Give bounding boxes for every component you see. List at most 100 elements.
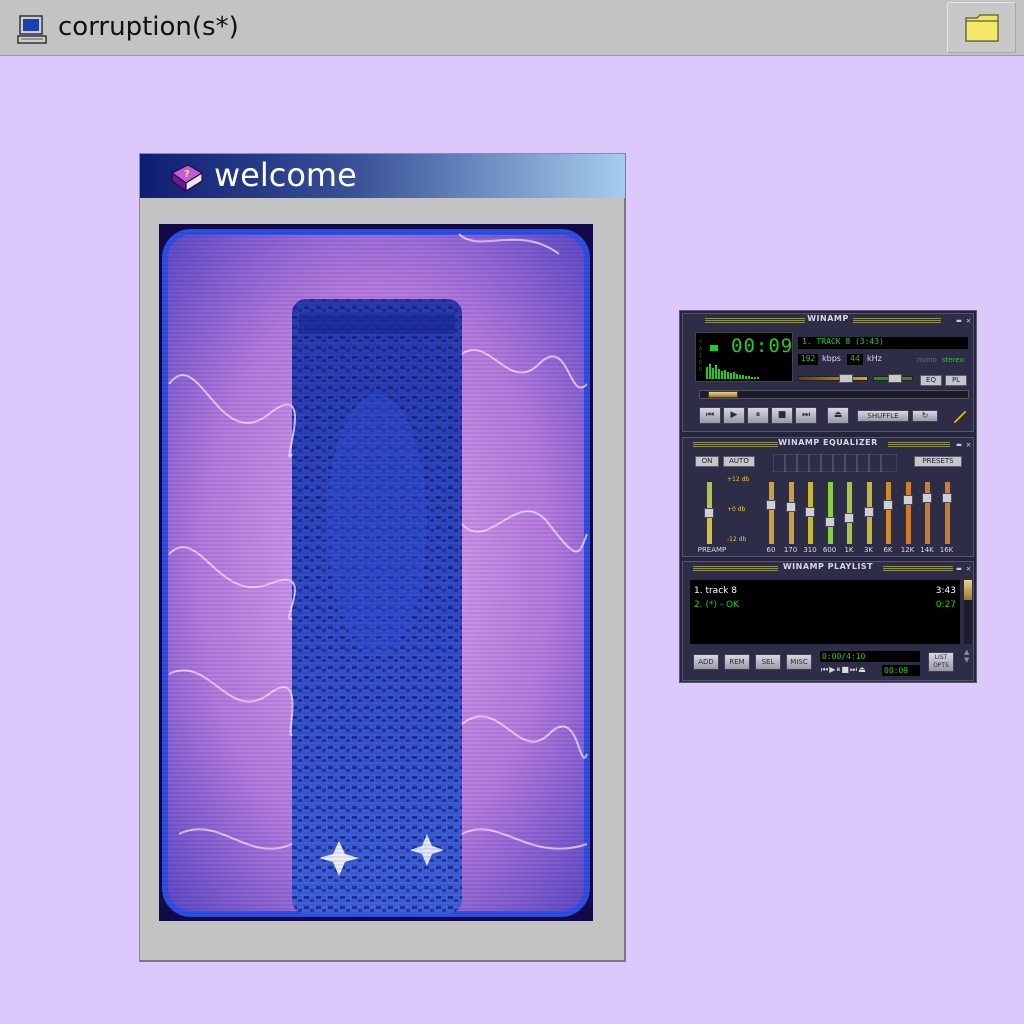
winamp-main-titlebar[interactable]: WINAMP ▬ ✕ (683, 314, 973, 326)
eq-band-label: 14K (920, 546, 934, 554)
eq-band-slider-170[interactable] (788, 482, 794, 544)
pause-icon: ⏸ (755, 410, 761, 420)
eq-band-knob-600[interactable] (824, 517, 835, 528)
winamp-player[interactable]: WINAMP ▬ ✕ OAIDU 00:09 1. TRACK 8 (3:43)… (679, 310, 977, 683)
lcd-display: OAIDU 00:09 (695, 332, 793, 382)
stop-icon: ■ (777, 410, 787, 420)
eq-band-label: 3K (863, 546, 874, 554)
playlist-mini-time: 00:09 (882, 665, 920, 676)
next-icon: ⏭ (801, 410, 811, 420)
eq-band-slider-6k[interactable] (886, 482, 891, 544)
lcd-indicators: OAIDU (699, 339, 703, 373)
playlist-track-2-time: 0:27 (935, 600, 956, 610)
equalizer-titlebar[interactable]: WINAMP EQUALIZER ▬ ✕ (683, 438, 973, 450)
spectrum-visualizer[interactable] (706, 363, 790, 379)
playlist-track-1[interactable]: 1. track 8 (694, 586, 737, 596)
playlist-add-button[interactable]: ADD (693, 654, 719, 670)
playlist-track-1-time: 3:43 (935, 586, 956, 596)
playlist-scrollbar[interactable] (964, 580, 972, 644)
crt-artwork (159, 224, 593, 921)
welcome-window[interactable]: ? welcome (139, 153, 626, 962)
elapsed-time[interactable]: 00:09 (731, 335, 793, 357)
mono-indicator: mono (917, 356, 937, 364)
play-icon: ▶ (730, 410, 738, 420)
winamp-playlist-panel[interactable]: WINAMP PLAYLIST ▬ ✕ 1. track 8 3:43 2. (… (682, 561, 974, 681)
previous-icon: ⏮ (705, 410, 715, 420)
eq-band-knob-16k[interactable] (941, 493, 952, 504)
eq-band-knob-12k[interactable] (902, 495, 913, 505)
shuffle-button[interactable]: SHUFFLE (857, 410, 909, 422)
playlist-toggle-button[interactable]: PL (945, 375, 967, 386)
winamp-window-buttons[interactable]: ▬ ✕ (957, 316, 971, 325)
eq-band-slider-12k[interactable] (905, 482, 911, 544)
playlist-misc-button[interactable]: MISC (786, 654, 812, 670)
track-ticker: 1. TRACK 8 (3:43) (798, 337, 968, 349)
eq-band-knob-310[interactable] (805, 506, 815, 517)
eq-band-slider-16k[interactable] (944, 482, 950, 544)
next-button[interactable]: ⏭ (795, 407, 817, 424)
eq-band-knob-6k[interactable] (883, 500, 893, 511)
playlist-tracks[interactable]: 1. track 8 3:43 2. (*) - OK 0:27 (690, 580, 960, 644)
help-book-icon: ? (170, 164, 204, 193)
play-button[interactable]: ▶ (723, 407, 745, 424)
playlist-total-time: 0:00/4:10 (820, 651, 920, 662)
eq-on-button[interactable]: ON (695, 456, 719, 467)
stereo-indicator: stereo (942, 356, 965, 364)
playlist-titlebar[interactable]: WINAMP PLAYLIST ▬ ✕ (683, 562, 973, 574)
eq-band-label: 1K (844, 546, 854, 554)
playlist-window-buttons[interactable]: ▬ ✕ (957, 564, 971, 573)
playlist-mini-controls[interactable]: ⏮▶⏸■⏭⏏ (821, 665, 867, 675)
eq-band-knob-60[interactable] (766, 500, 776, 511)
winamp-equalizer-panel[interactable]: WINAMP EQUALIZER ▬ ✕ ON AUTO PRESETS +12… (682, 437, 974, 557)
playlist-track-2[interactable]: 2. (*) - OK (694, 600, 739, 610)
equalizer-window-buttons[interactable]: ▬ ✕ (957, 440, 971, 449)
kbps-value: 192 (798, 354, 818, 365)
eq-auto-button[interactable]: AUTO (723, 456, 755, 467)
playlist-scroll-arrows-icon[interactable]: ▲ ▼ (964, 648, 969, 664)
seek-bar[interactable] (699, 390, 969, 399)
playlist-scroll-knob[interactable] (964, 580, 972, 600)
kbps-label: kbps (822, 354, 841, 363)
repeat-button[interactable]: ↻ (912, 410, 938, 422)
folder-icon (965, 14, 999, 42)
eq-band-slider-60[interactable] (769, 482, 774, 544)
folder-button[interactable] (947, 2, 1016, 53)
eq-presets-button[interactable]: PRESETS (914, 456, 962, 467)
db-low-label: -12 db (727, 536, 747, 543)
preamp-knob[interactable] (704, 508, 714, 518)
svg-text:?: ? (184, 169, 190, 180)
crt-image (159, 224, 593, 921)
ticker-text: 1. TRACK 8 (3:43) (802, 337, 884, 346)
balance-knob[interactable] (888, 374, 902, 383)
db-high-label: +12 db (727, 476, 750, 483)
winamp-main-title: WINAMP (807, 314, 849, 323)
eq-band-slider-600[interactable] (827, 482, 833, 544)
balance-slider[interactable] (873, 374, 913, 383)
eq-toggle-button[interactable]: EQ (920, 375, 942, 386)
volume-slider[interactable] (798, 374, 868, 383)
winamp-main-panel[interactable]: WINAMP ▬ ✕ OAIDU 00:09 1. TRACK 8 (3:43)… (682, 313, 974, 432)
stop-button[interactable]: ■ (771, 407, 793, 424)
eq-band-knob-3k[interactable] (863, 506, 874, 517)
eject-button[interactable]: ⏏ (827, 407, 849, 424)
eq-band-slider-14k[interactable] (925, 482, 930, 544)
equalizer-title: WINAMP EQUALIZER (778, 438, 878, 447)
eq-band-knob-1k[interactable] (844, 513, 854, 524)
winamp-logo-icon[interactable] (951, 408, 969, 426)
eq-band-label: 170 (783, 546, 798, 554)
repeat-icon: ↻ (921, 411, 929, 420)
seek-knob[interactable] (708, 391, 738, 398)
eq-band-knob-170[interactable] (785, 501, 796, 512)
eq-band-knob-14k[interactable] (922, 493, 932, 504)
eq-curve-graph (773, 454, 897, 472)
playlist-select-button[interactable]: SEL (755, 654, 781, 670)
volume-knob[interactable] (839, 374, 853, 383)
welcome-title: welcome (214, 156, 357, 194)
playlist-remove-button[interactable]: REM (724, 654, 750, 670)
list-options-button[interactable]: LIST OPTS (928, 652, 954, 672)
eq-band-label: 60 (766, 546, 776, 554)
computer-icon[interactable] (16, 14, 48, 46)
welcome-titlebar[interactable]: ? welcome (140, 154, 625, 198)
previous-button[interactable]: ⏮ (699, 407, 721, 424)
pause-button[interactable]: ⏸ (747, 407, 769, 424)
